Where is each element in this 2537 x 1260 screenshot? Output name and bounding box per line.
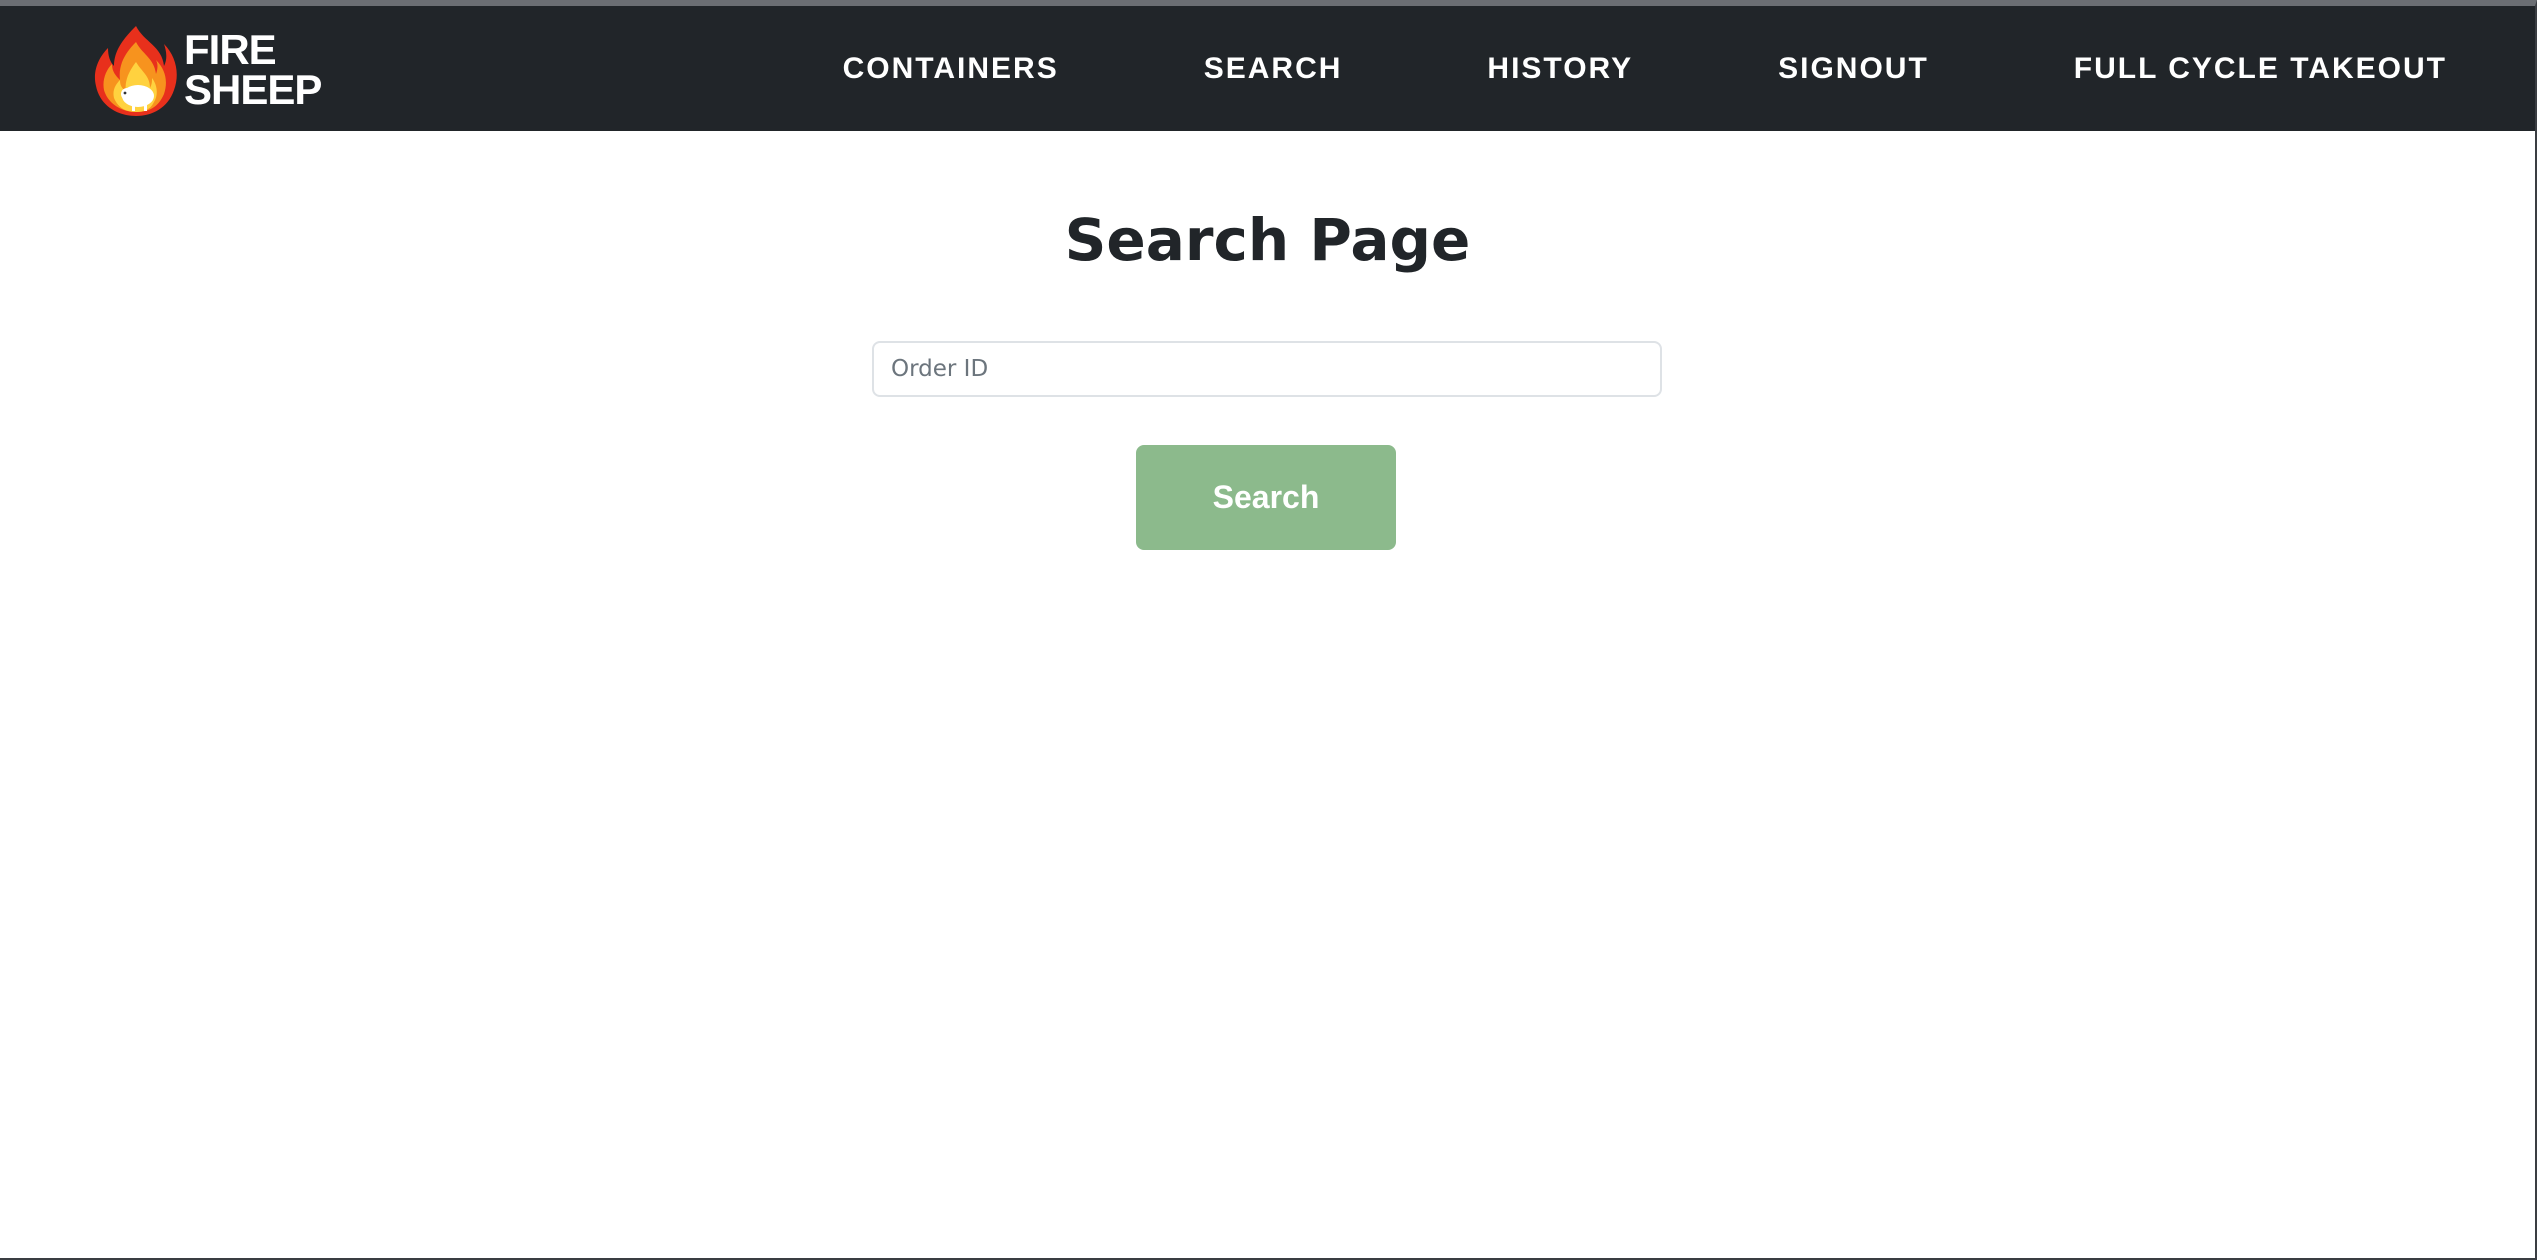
flaming-sheep-icon [92,22,180,118]
nav-item-containers[interactable]: CONTAINERS [843,52,1059,86]
nav-item-history[interactable]: HISTORY [1487,52,1633,86]
brand-line-2: SHEEP [184,66,322,113]
nav-item-search[interactable]: SEARCH [1204,52,1343,86]
brand-line-1: FIRE [184,26,277,73]
nav-links: CONTAINERS SEARCH HISTORY SIGNOUT FULL C… [843,6,2447,131]
order-id-input[interactable] [872,341,1662,397]
page-title: Search Page [1064,206,1471,274]
brand-logo-link[interactable]: FIRE SHEEP [92,22,322,118]
top-navbar: FIRE SHEEP CONTAINERS SEARCH HISTORY SIG… [0,6,2535,131]
browser-viewport: FIRE SHEEP CONTAINERS SEARCH HISTORY SIG… [0,0,2537,1260]
nav-item-full-cycle-takeout[interactable]: FULL CYCLE TAKEOUT [2074,52,2447,86]
search-button[interactable]: Search [1136,445,1396,550]
brand-wordmark: FIRE SHEEP [184,26,322,113]
nav-item-signout[interactable]: SIGNOUT [1778,52,1929,86]
